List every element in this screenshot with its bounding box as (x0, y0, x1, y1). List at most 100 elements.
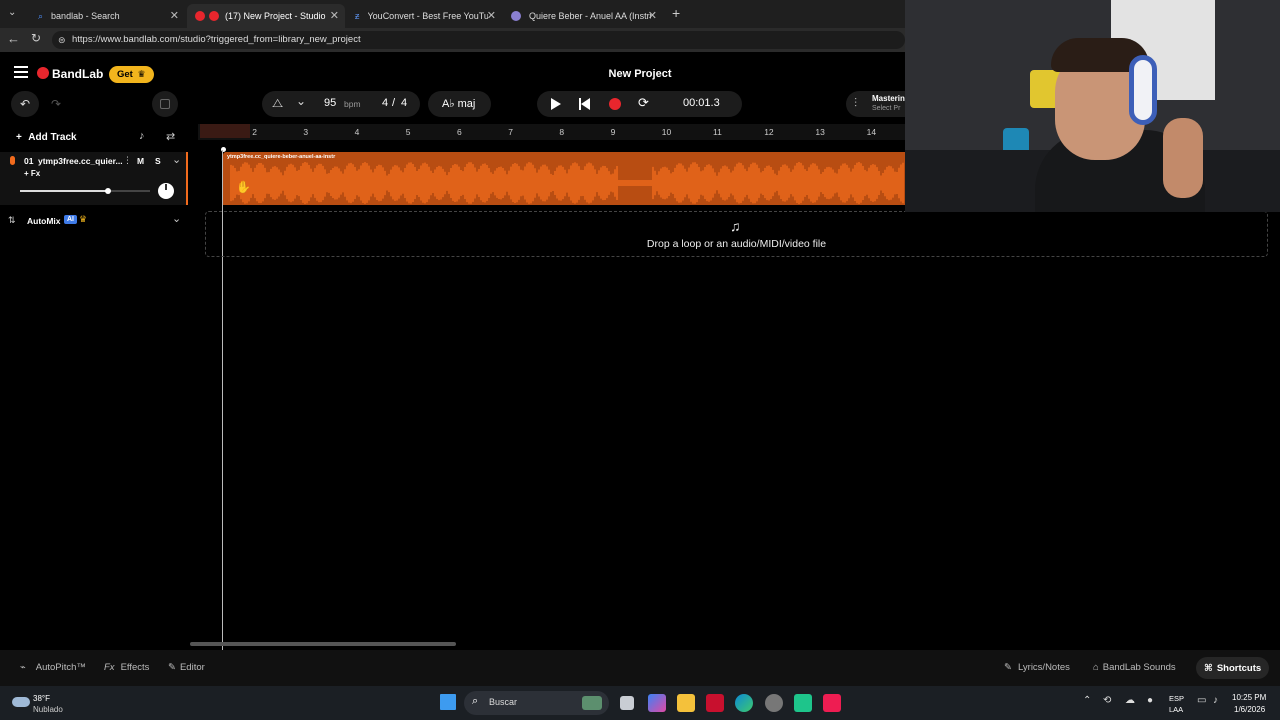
sync-icon[interactable]: ⟲ (1103, 695, 1111, 706)
weather-desc[interactable]: Nublado (33, 705, 63, 714)
time-signature-num[interactable]: 4 (382, 97, 388, 109)
skip-to-start-icon[interactable] (579, 98, 591, 110)
capcut-icon[interactable] (794, 694, 812, 712)
crown-icon: ♛ (137, 69, 146, 79)
drag-cursor-icon: ✋ (236, 180, 251, 194)
bpm-value[interactable]: 95 (324, 97, 336, 109)
mute-button[interactable]: M (137, 156, 144, 166)
track-expand-chevron-icon[interactable]: ⌄ (172, 153, 181, 166)
cloud-tray-icon[interactable]: ☁ (1125, 695, 1135, 706)
solo-button[interactable]: S (155, 156, 161, 166)
track-more-icon[interactable]: ⋮ (123, 155, 132, 166)
automix-row[interactable]: ⇅ AutoMix AI ♛ ⌄ (0, 212, 188, 230)
bandlab-logo-icon (37, 67, 49, 79)
pan-knob[interactable] (158, 183, 174, 199)
lang-primary[interactable]: ESP (1169, 694, 1184, 703)
tab-list-chevron-icon[interactable]: ⌄ (8, 7, 16, 18)
close-icon[interactable]: ✕ (330, 9, 339, 22)
file-explorer-icon[interactable] (677, 694, 695, 712)
volume-fill (20, 190, 109, 192)
loop-region[interactable] (200, 124, 250, 138)
lang-secondary[interactable]: LAA (1169, 705, 1183, 714)
drop-zone[interactable]: ♫ Drop a loop or an audio/MIDI/video fil… (205, 211, 1268, 257)
volume-slider[interactable] (20, 188, 150, 194)
automix-icon: ⇅ (8, 215, 16, 225)
record-icon[interactable] (609, 98, 621, 110)
task-view-icon[interactable] (620, 696, 634, 710)
volume-icon[interactable]: ♪ (1213, 695, 1218, 706)
site-info-icon[interactable]: ⊜ (58, 31, 66, 49)
tab-bandlab-search[interactable]: ⌕ bandlab - Search ✕ (30, 4, 185, 28)
windows-start-icon[interactable] (440, 694, 456, 710)
shortcuts-label: Shortcuts (1216, 662, 1262, 674)
timeline-ruler[interactable]: 1234567891011121314 (198, 124, 905, 140)
tab-new-project-studio[interactable]: (17) New Project - Studio ✕ (187, 4, 345, 28)
tab-quiere-beber[interactable]: Quiere Beber - Anuel AA (Instrume ✕ (503, 4, 663, 28)
tracks-settings-icon[interactable]: ⇄ (166, 130, 175, 143)
close-icon[interactable]: ✕ (170, 9, 179, 22)
transport-controls: ⟳ 00:01.3 (537, 91, 742, 117)
ruler-bar-number: 4 (354, 127, 360, 137)
track-header[interactable]: 01 ytmp3free.cc_quier... ⋮ M S ⌄ + Fx (0, 152, 188, 205)
effects-button[interactable]: Fx Effects (104, 662, 149, 673)
app-icon[interactable] (765, 694, 783, 712)
tiktok-icon[interactable] (823, 694, 841, 712)
tab-youconvert[interactable]: ƶ YouConvert - Best Free YouTube to ✕ (347, 4, 502, 28)
edge-icon[interactable] (735, 694, 753, 712)
editor-button[interactable]: ✎ Editor (168, 662, 205, 673)
copilot-icon[interactable] (648, 694, 666, 712)
tuner-icon[interactable]: ♪ (139, 130, 145, 142)
new-tab-icon[interactable]: + (672, 5, 680, 21)
add-track-button[interactable]: + Add Track (10, 128, 90, 148)
person-hand (1163, 118, 1203, 198)
track-name[interactable]: ytmp3free.cc_quier... (38, 156, 123, 166)
metronome-icon[interactable]: ⧍ (272, 96, 283, 111)
bandlab-logo[interactable]: BandLab (52, 67, 103, 81)
horizontal-scrollbar[interactable] (190, 642, 456, 646)
network-icon[interactable]: ▭ (1197, 695, 1206, 706)
project-title[interactable]: New Project (560, 68, 720, 80)
volume-knob[interactable] (105, 188, 112, 194)
pencil-icon: ✎ (168, 662, 176, 673)
clock-date[interactable]: 1/6/2026 (1234, 705, 1265, 714)
tab-title: (17) New Project - Studio (225, 11, 326, 21)
close-icon[interactable]: ✕ (487, 9, 496, 22)
automix-chevron-icon[interactable]: ⌄ (172, 212, 181, 225)
windows-taskbar: 38°F Nublado ⌕ Buscar ⌃ ⟲ ☁ ● ESP LAA ▭ … (0, 686, 1280, 720)
key-button[interactable]: A♭ maj (428, 91, 491, 117)
close-icon[interactable]: ✕ (648, 9, 657, 22)
hamburger-menu-icon[interactable] (14, 66, 28, 78)
tab-title: YouConvert - Best Free YouTube to (367, 11, 488, 21)
audio-clip[interactable]: ytmp3free.cc_quiere-beber-anuel-aa-instr (223, 152, 905, 205)
play-icon[interactable] (551, 98, 561, 110)
get-membership-button[interactable]: Get ♛ (109, 66, 154, 83)
lyrics-label: Lyrics/Notes (1017, 662, 1070, 673)
bpm-unit: bpm (344, 99, 361, 109)
chevron-down-icon[interactable]: ⌄ (296, 94, 306, 108)
tray-overflow-icon[interactable]: ⌃ (1083, 695, 1091, 706)
bandlab-sounds-button[interactable]: ⌂ BandLab Sounds (1093, 662, 1176, 673)
mcafee-icon[interactable] (706, 694, 724, 712)
redo-button[interactable]: ↷ (42, 91, 70, 117)
lyrics-notes-button[interactable]: ✎ Lyrics/Notes (1004, 662, 1070, 673)
mastering-button[interactable]: ⫶ Masterin Select Pr (846, 91, 906, 117)
undo-button[interactable]: ↶ (11, 91, 39, 117)
crown-icon: ♛ (79, 214, 88, 224)
weather-temp[interactable]: 38°F (33, 694, 50, 703)
reload-icon[interactable]: ↻ (31, 31, 41, 45)
shortcuts-button[interactable]: ⌘ Shortcuts (1196, 657, 1270, 679)
ruler-bar-number: 12 (764, 127, 774, 137)
taskbar-search[interactable]: ⌕ Buscar (464, 691, 609, 715)
autopitch-button[interactable]: ⌁ AutoPitch™ (20, 662, 86, 673)
loop-icon[interactable]: ⟳ (638, 95, 649, 111)
ruler-bar-number: 3 (303, 127, 309, 137)
url-input[interactable]: ⊜ https://www.bandlab.com/studio?trigger… (52, 31, 905, 49)
ruler-bar-number: 14 (866, 127, 877, 137)
clock-time[interactable]: 10:25 PM (1232, 693, 1266, 702)
fx-button[interactable]: + Fx (24, 169, 40, 178)
time-signature-den[interactable]: 4 (401, 97, 407, 109)
snap-button[interactable] (152, 91, 178, 117)
mic-tray-icon[interactable]: ● (1147, 695, 1153, 706)
bandlab-icon (209, 11, 219, 21)
back-icon[interactable]: ← (7, 31, 20, 46)
